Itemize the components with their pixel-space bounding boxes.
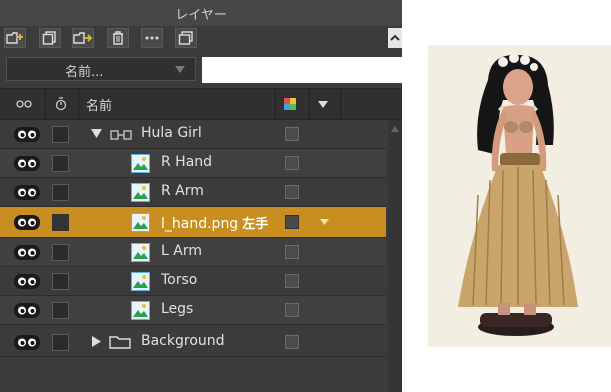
- layer-color-toggle[interactable]: [285, 245, 299, 259]
- visibility-toggle[interactable]: [14, 335, 40, 350]
- image-layer-icon: [131, 154, 150, 173]
- expand-triangle-icon[interactable]: [91, 129, 102, 138]
- image-layer-icon: [131, 183, 150, 202]
- search-input[interactable]: [202, 57, 402, 83]
- eye-icon: [18, 130, 36, 139]
- name-column-header[interactable]: 名前: [86, 89, 112, 119]
- collapse-toggle[interactable]: [388, 28, 402, 48]
- layer-name: Legs: [161, 301, 194, 317]
- layer-name-with-note: l_hand.png 左手: [161, 213, 268, 232]
- visibility-toggle[interactable]: [14, 156, 40, 171]
- layer-color-toggle[interactable]: [285, 185, 299, 199]
- duplicate-layer-button[interactable]: [39, 28, 61, 48]
- layer-name: R Arm: [161, 183, 204, 199]
- lock-toggle[interactable]: [52, 184, 69, 201]
- visibility-toggle[interactable]: [14, 215, 40, 230]
- layer-color-toggle[interactable]: [285, 303, 299, 317]
- visibility-toggle[interactable]: [14, 245, 40, 260]
- image-layer-icon: [131, 301, 150, 320]
- new-layer-button[interactable]: [4, 28, 26, 48]
- eye-icon: [18, 159, 36, 168]
- layer-row-hula-girl[interactable]: Hula Girl: [0, 120, 386, 149]
- lock-toggle[interactable]: [52, 155, 69, 172]
- column-header: 名前: [0, 88, 402, 120]
- layer-color-toggle[interactable]: [285, 335, 299, 349]
- duplicate-icon: [42, 31, 56, 45]
- image-layer-icon: [131, 243, 150, 262]
- visibility-toggle[interactable]: [14, 303, 40, 318]
- lock-toggle[interactable]: [52, 334, 69, 351]
- options-column-menu[interactable]: [318, 89, 328, 119]
- chevron-up-icon: [390, 34, 400, 41]
- lock-column-icon[interactable]: [55, 89, 67, 119]
- layer-color-toggle[interactable]: [285, 156, 299, 170]
- layer-name: L Arm: [161, 243, 202, 259]
- hula-doll-image: [458, 53, 578, 336]
- stopwatch-icon: [55, 97, 67, 111]
- lock-toggle[interactable]: [52, 244, 69, 261]
- eye-icon: [18, 277, 36, 286]
- new-layer-icon: [6, 32, 23, 44]
- layer-color-toggle[interactable]: [285, 215, 299, 229]
- panel-title: レイヤー: [0, 0, 402, 26]
- eye-icon: [18, 188, 36, 197]
- layer-row-r-arm[interactable]: R Arm: [0, 178, 386, 207]
- link-eye-icon: [16, 100, 32, 108]
- preview-image-hula-girl: [428, 45, 611, 347]
- sort-row: 名前...: [0, 52, 402, 86]
- layer-note: 左手: [242, 217, 269, 232]
- ellipsis-icon: [145, 36, 159, 40]
- row-menu-arrow-icon[interactable]: [320, 219, 329, 225]
- lock-toggle[interactable]: [52, 302, 69, 319]
- layer-row-torso[interactable]: Torso: [0, 267, 386, 296]
- layer-color-toggle[interactable]: [285, 127, 299, 141]
- image-layer-icon: [131, 272, 150, 291]
- layer-color-toggle[interactable]: [285, 274, 299, 288]
- merge-layer-button[interactable]: [175, 28, 197, 48]
- folder-icon: [109, 336, 131, 349]
- lock-toggle[interactable]: [52, 126, 69, 143]
- lock-toggle[interactable]: [52, 214, 69, 231]
- layer-name: R Hand: [161, 154, 213, 170]
- new-group-icon: [73, 32, 93, 44]
- layer-list-scrollbar[interactable]: [388, 120, 402, 392]
- stack-icon: [178, 31, 193, 45]
- layer-name: l_hand.png: [161, 216, 239, 232]
- sort-dropdown[interactable]: 名前...: [6, 57, 196, 81]
- layer-row-legs[interactable]: Legs: [0, 296, 386, 325]
- color-swatch-icon: [284, 98, 296, 110]
- visibility-toggle[interactable]: [14, 274, 40, 289]
- eye-icon: [18, 338, 36, 347]
- scroll-up-arrow-icon[interactable]: [391, 126, 399, 132]
- eye-icon: [18, 248, 36, 257]
- visibility-column-icon[interactable]: [16, 89, 32, 119]
- layer-row-r-hand[interactable]: R Hand: [0, 149, 386, 178]
- layers-toolbar: [0, 26, 402, 52]
- more-options-button[interactable]: [141, 28, 163, 48]
- layer-row-l-arm[interactable]: L Arm: [0, 238, 386, 267]
- visibility-toggle[interactable]: [14, 185, 40, 200]
- color-column-icon[interactable]: [284, 89, 296, 119]
- layer-name: Background: [141, 333, 225, 349]
- layer-row-l-hand-selected[interactable]: l_hand.png 左手: [0, 207, 386, 238]
- trash-icon: [113, 31, 123, 45]
- layers-panel: レイヤー 名前... 名前 Hula Girl R Hand R Arm l_h…: [0, 0, 402, 392]
- sort-dropdown-value: 名前...: [65, 65, 104, 80]
- dropdown-arrow-icon: [318, 100, 328, 108]
- image-layer-icon: [131, 213, 150, 232]
- lock-toggle[interactable]: [52, 273, 69, 290]
- dropdown-arrow-icon: [175, 66, 185, 73]
- link-group-icon: [110, 130, 132, 140]
- eye-icon: [18, 218, 36, 227]
- visibility-toggle[interactable]: [14, 127, 40, 142]
- layer-name: Torso: [161, 272, 198, 288]
- layer-row-background[interactable]: Background: [0, 328, 386, 357]
- layer-name: Hula Girl: [141, 125, 202, 141]
- collapsed-triangle-icon[interactable]: [92, 336, 101, 347]
- delete-layer-button[interactable]: [107, 28, 129, 48]
- new-group-button[interactable]: [72, 28, 94, 48]
- eye-icon: [18, 306, 36, 315]
